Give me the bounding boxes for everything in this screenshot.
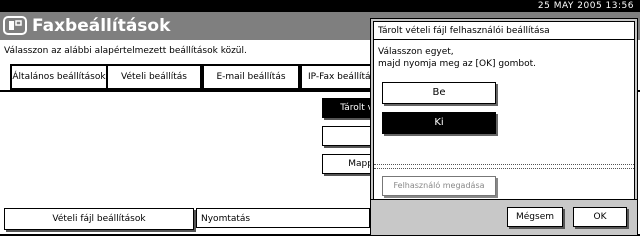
- print-value: Nyomtatás: [196, 208, 370, 228]
- dialog-title-divider: [374, 39, 634, 40]
- dialog-divider-2: [374, 168, 634, 170]
- ok-button[interactable]: OK: [573, 207, 627, 227]
- dialog-title: Tárolt vételi fájl felhasználói beállítá…: [378, 26, 550, 36]
- dialog-prompt: Válasszon egyet, majd nyomja meg az [OK]…: [378, 47, 536, 69]
- tab-general-settings[interactable]: Általános beállítások: [10, 64, 108, 90]
- page-title: Faxbeállítások: [32, 16, 171, 36]
- side-button-2[interactable]: [322, 126, 374, 146]
- user-defined-button[interactable]: Felhasználó megadása: [382, 176, 496, 196]
- instruction-text: Válasszon az alábbi alapértelmezett beál…: [4, 46, 247, 56]
- stored-file-button[interactable]: Tárolt v: [322, 98, 374, 118]
- tab-email-settings[interactable]: E-mail beállítás: [202, 64, 300, 90]
- reception-file-settings-button[interactable]: Vételi fájl beállítások: [4, 208, 194, 230]
- stored-file-label: Tárolt v: [340, 103, 373, 113]
- clock: 25 MAY 2005 13:56: [537, 1, 634, 11]
- tab-ipfax-settings[interactable]: IP-Fax beállítás: [300, 64, 380, 90]
- tab-reception-settings[interactable]: Vételi beállítás: [106, 64, 202, 90]
- status-bar: 25 MAY 2005 13:56: [0, 0, 640, 12]
- folder-button[interactable]: Mapp: [322, 154, 374, 174]
- option-off-button[interactable]: Ki: [382, 112, 496, 134]
- cancel-button[interactable]: Mégsem: [507, 207, 563, 227]
- option-on-button[interactable]: Be: [382, 82, 496, 104]
- user-setting-dialog: Tárolt vételi fájl felhasználói beállítá…: [370, 18, 638, 236]
- dialog-divider: [374, 164, 634, 166]
- fax-icon: [3, 16, 27, 35]
